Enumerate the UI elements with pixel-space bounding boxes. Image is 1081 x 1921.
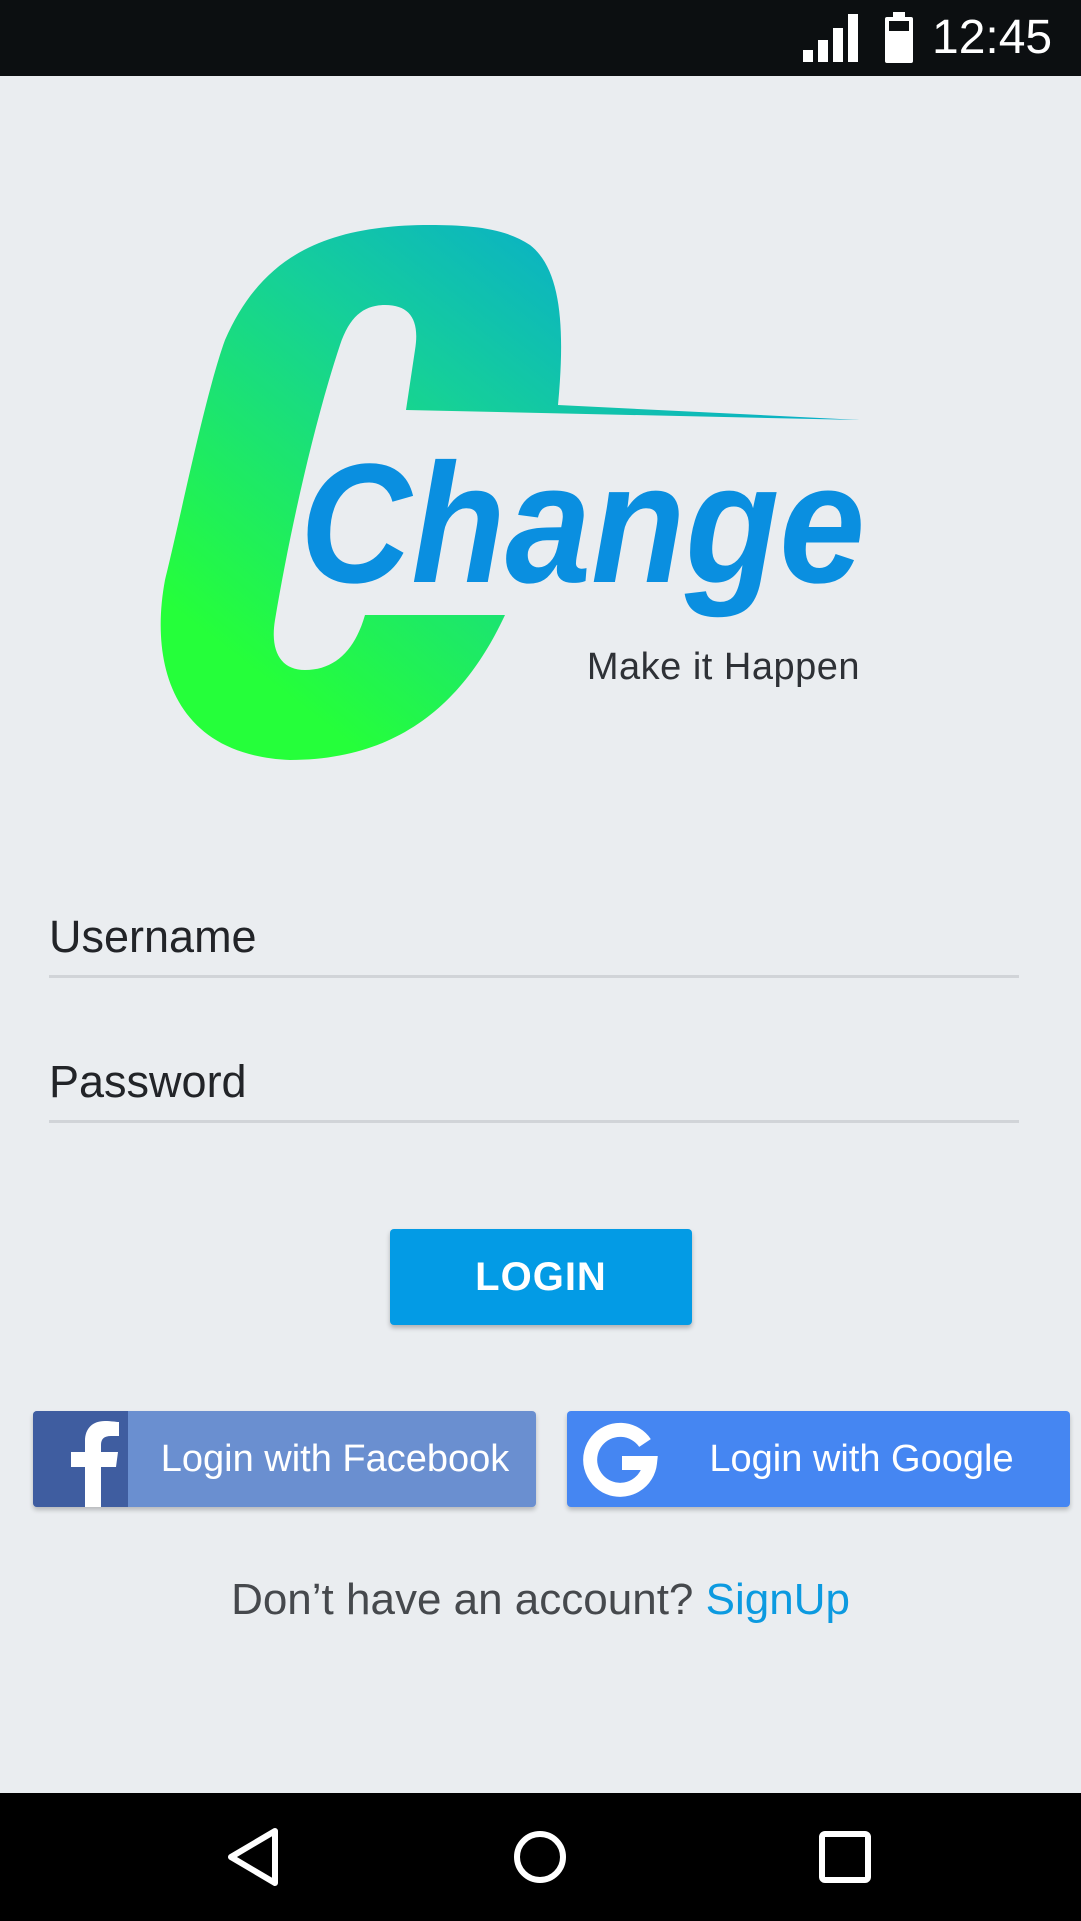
username-field[interactable]	[49, 898, 1019, 978]
recents-square-icon[interactable]	[805, 1817, 885, 1897]
login-button[interactable]: LOGIN	[390, 1229, 692, 1325]
battery-icon	[885, 12, 913, 63]
status-time: 12:45	[932, 11, 1053, 64]
facebook-login-label: Login with Facebook	[160, 1438, 510, 1480]
navigation-bar	[0, 1793, 1081, 1921]
back-triangle-icon[interactable]	[215, 1817, 295, 1897]
password-field[interactable]	[49, 1043, 1019, 1123]
login-screen: 12:45 Change Make it Happen LOGIN	[0, 0, 1081, 1921]
username-input[interactable]	[49, 898, 1019, 975]
signup-prompt-text: Don’t have an account?	[231, 1575, 694, 1624]
google-icon	[567, 1411, 677, 1507]
cell-signal-icon	[803, 14, 858, 62]
home-circle-icon[interactable]	[500, 1817, 580, 1897]
google-login-label: Login with Google	[709, 1438, 1014, 1480]
password-input[interactable]	[49, 1043, 1019, 1120]
logo-brand-text: Change	[300, 429, 865, 619]
status-bar: 12:45	[0, 0, 1081, 76]
facebook-icon	[33, 1411, 128, 1507]
signup-link[interactable]: SignUp	[706, 1575, 850, 1624]
signup-prompt: Don’t have an account? SignUp	[0, 1571, 1081, 1629]
google-login-button[interactable]: Login with Google	[567, 1411, 1070, 1507]
facebook-login-button[interactable]: Login with Facebook	[33, 1411, 536, 1507]
logo-tagline: Make it Happen	[586, 646, 860, 688]
